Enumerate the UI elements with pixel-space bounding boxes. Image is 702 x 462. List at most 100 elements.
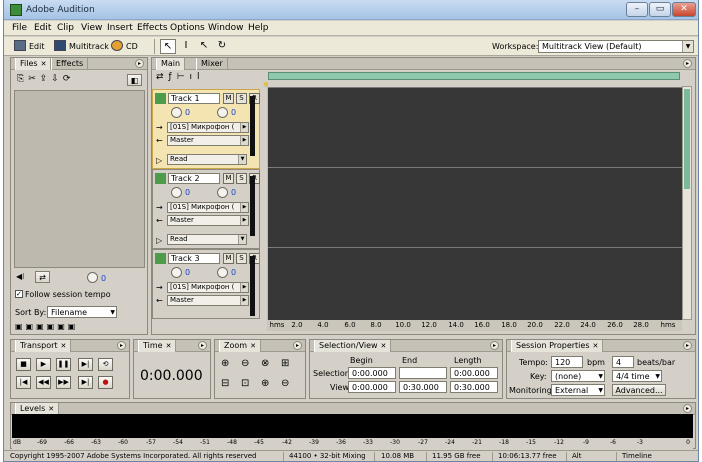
panel-menu-icon[interactable]: ▸: [683, 341, 692, 350]
pan-knob[interactable]: [217, 107, 228, 118]
record-icon[interactable]: ●: [98, 376, 113, 389]
play-file-icon[interactable]: ◀⁝: [16, 272, 25, 281]
go-to-end-icon[interactable]: ▶|: [78, 376, 93, 389]
play-icon[interactable]: ▶: [36, 358, 51, 371]
track-type-icons[interactable]: ⇄ƒ⊢ıl: [156, 72, 236, 84]
zoom-out-vertical-icon[interactable]: ⊖: [281, 378, 289, 389]
selection-length-field[interactable]: 0:00.000: [450, 367, 498, 379]
view-length-field[interactable]: 0:30.000: [450, 381, 498, 393]
tempo-field[interactable]: 120: [551, 356, 583, 368]
tab-main[interactable]: Main: [156, 58, 186, 70]
selection-end-field[interactable]: [399, 367, 447, 379]
close-tab-icon[interactable]: ✕: [166, 342, 172, 350]
time-signature-select[interactable]: 4/4 time ▼: [612, 370, 662, 382]
output-select[interactable]: Master ▶: [167, 295, 249, 306]
track-pan[interactable]: 0: [231, 108, 236, 117]
loop-play-icon[interactable]: ⟲: [98, 358, 113, 371]
tab-effects[interactable]: Effects: [51, 58, 89, 70]
menu-help[interactable]: Help: [248, 23, 269, 33]
close-tab-icon[interactable]: ✕: [41, 60, 47, 68]
panel-menu-icon[interactable]: ▸: [293, 341, 302, 350]
track-header[interactable]: Track 1 M S R 0 0 → [01S] Микрофон (▶ ← …: [152, 89, 260, 169]
scrub-tool-icon[interactable]: ↻: [214, 39, 230, 54]
move-tool-icon[interactable]: ↖: [160, 39, 176, 54]
menu-window[interactable]: Window: [208, 23, 244, 33]
close-tab-icon[interactable]: ✕: [593, 342, 599, 350]
volume-value[interactable]: 0: [101, 274, 106, 283]
sort-by-select[interactable]: Filename ▼: [47, 306, 117, 318]
edit-view-button[interactable]: Edit: [14, 39, 45, 54]
volume-knob[interactable]: [171, 187, 182, 198]
playhead-marker-icon[interactable]: ▼: [263, 81, 268, 89]
track-lane[interactable]: [267, 247, 682, 320]
track-name-field[interactable]: Track 2: [168, 173, 220, 184]
track-name-field[interactable]: Track 1: [168, 93, 220, 104]
tab-zoom[interactable]: Zoom ✕: [219, 340, 261, 352]
menu-effects[interactable]: Effects: [137, 23, 168, 33]
menu-insert[interactable]: Insert: [107, 23, 133, 33]
input-select[interactable]: [01S] Микрофон (▶: [167, 202, 249, 213]
solo-button[interactable]: S: [236, 93, 247, 104]
panel-menu-icon[interactable]: ▸: [135, 59, 144, 68]
close-tab-icon[interactable]: ✕: [61, 342, 67, 350]
monitoring-select[interactable]: External ▼: [551, 384, 605, 396]
close-tab-icon[interactable]: ✕: [250, 342, 256, 350]
file-filter-icons[interactable]: ▣▣▣▣▣▣: [15, 322, 125, 333]
track-header[interactable]: Track 2 M S R 0 0 → [01S] Микрофон (▶ ← …: [152, 169, 260, 249]
maximize-button[interactable]: ▭: [649, 2, 671, 17]
tab-files[interactable]: Files ✕: [15, 58, 52, 70]
stop-icon[interactable]: ■: [16, 358, 31, 371]
panel-menu-icon[interactable]: ▸: [683, 404, 692, 413]
track-lane[interactable]: [267, 87, 682, 167]
close-tab-icon[interactable]: ✕: [48, 405, 54, 413]
track-lane[interactable]: [267, 167, 682, 247]
input-select[interactable]: [01S] Микрофон (▶: [167, 122, 249, 133]
key-select[interactable]: (none) ▼: [551, 370, 605, 382]
scrollbar-thumb[interactable]: [684, 89, 690, 189]
menu-clip[interactable]: Clip: [57, 23, 74, 33]
tab-session-properties[interactable]: Session Properties ✕: [511, 340, 604, 352]
tab-transport[interactable]: Transport ✕: [15, 340, 72, 352]
zoom-in-horizontal-icon[interactable]: ⊕: [221, 358, 229, 369]
view-begin-field[interactable]: 0:00.000: [348, 381, 396, 393]
panel-menu-icon[interactable]: ▸: [198, 341, 207, 350]
file-list[interactable]: [14, 90, 145, 268]
track-pan[interactable]: 0: [231, 268, 236, 277]
menu-edit[interactable]: Edit: [34, 23, 51, 33]
volume-knob[interactable]: [87, 272, 98, 283]
hybrid-tool-icon[interactable]: ↖: [196, 39, 212, 54]
pan-knob[interactable]: [217, 267, 228, 278]
volume-knob[interactable]: [171, 267, 182, 278]
mute-button[interactable]: M: [223, 93, 234, 104]
track-name-field[interactable]: Track 3: [168, 253, 220, 264]
pause-icon[interactable]: ❚❚: [56, 358, 71, 371]
beats-field[interactable]: 4: [612, 356, 634, 368]
zoom-full-icon[interactable]: ⊗: [261, 358, 269, 369]
go-to-start-icon[interactable]: |◀: [16, 376, 31, 389]
menu-options[interactable]: Options: [170, 23, 205, 33]
play-to-end-icon[interactable]: ▶|: [78, 358, 93, 371]
solo-button[interactable]: S: [236, 253, 247, 264]
rewind-icon[interactable]: ◀◀: [36, 376, 51, 389]
track-pan[interactable]: 0: [231, 188, 236, 197]
preview-icon[interactable]: ◧: [127, 74, 142, 86]
view-end-field[interactable]: 0:30.000: [399, 381, 447, 393]
mute-button[interactable]: M: [223, 253, 234, 264]
menu-file[interactable]: File: [12, 23, 27, 33]
playhead[interactable]: [267, 83, 268, 329]
solo-button[interactable]: S: [236, 173, 247, 184]
pan-knob[interactable]: [217, 187, 228, 198]
track-volume[interactable]: 0: [185, 188, 190, 197]
output-select[interactable]: Master ▶: [167, 135, 249, 146]
advanced-button[interactable]: Advanced...: [612, 384, 666, 396]
track-volume[interactable]: 0: [185, 268, 190, 277]
panel-menu-icon[interactable]: ▸: [490, 341, 499, 350]
tab-time[interactable]: Time ✕: [138, 340, 177, 352]
zoom-in-vertical-icon[interactable]: ⊕: [261, 378, 269, 389]
zoom-selection-icon[interactable]: ⊞: [281, 358, 289, 369]
cd-view-button[interactable]: CD: [111, 39, 138, 54]
panel-menu-icon[interactable]: ▸: [117, 341, 126, 350]
input-select[interactable]: [01S] Микрофон (▶: [167, 282, 249, 293]
selection-begin-field[interactable]: 0:00.000: [348, 367, 396, 379]
follow-tempo-checkbox[interactable]: ✓: [15, 290, 23, 298]
